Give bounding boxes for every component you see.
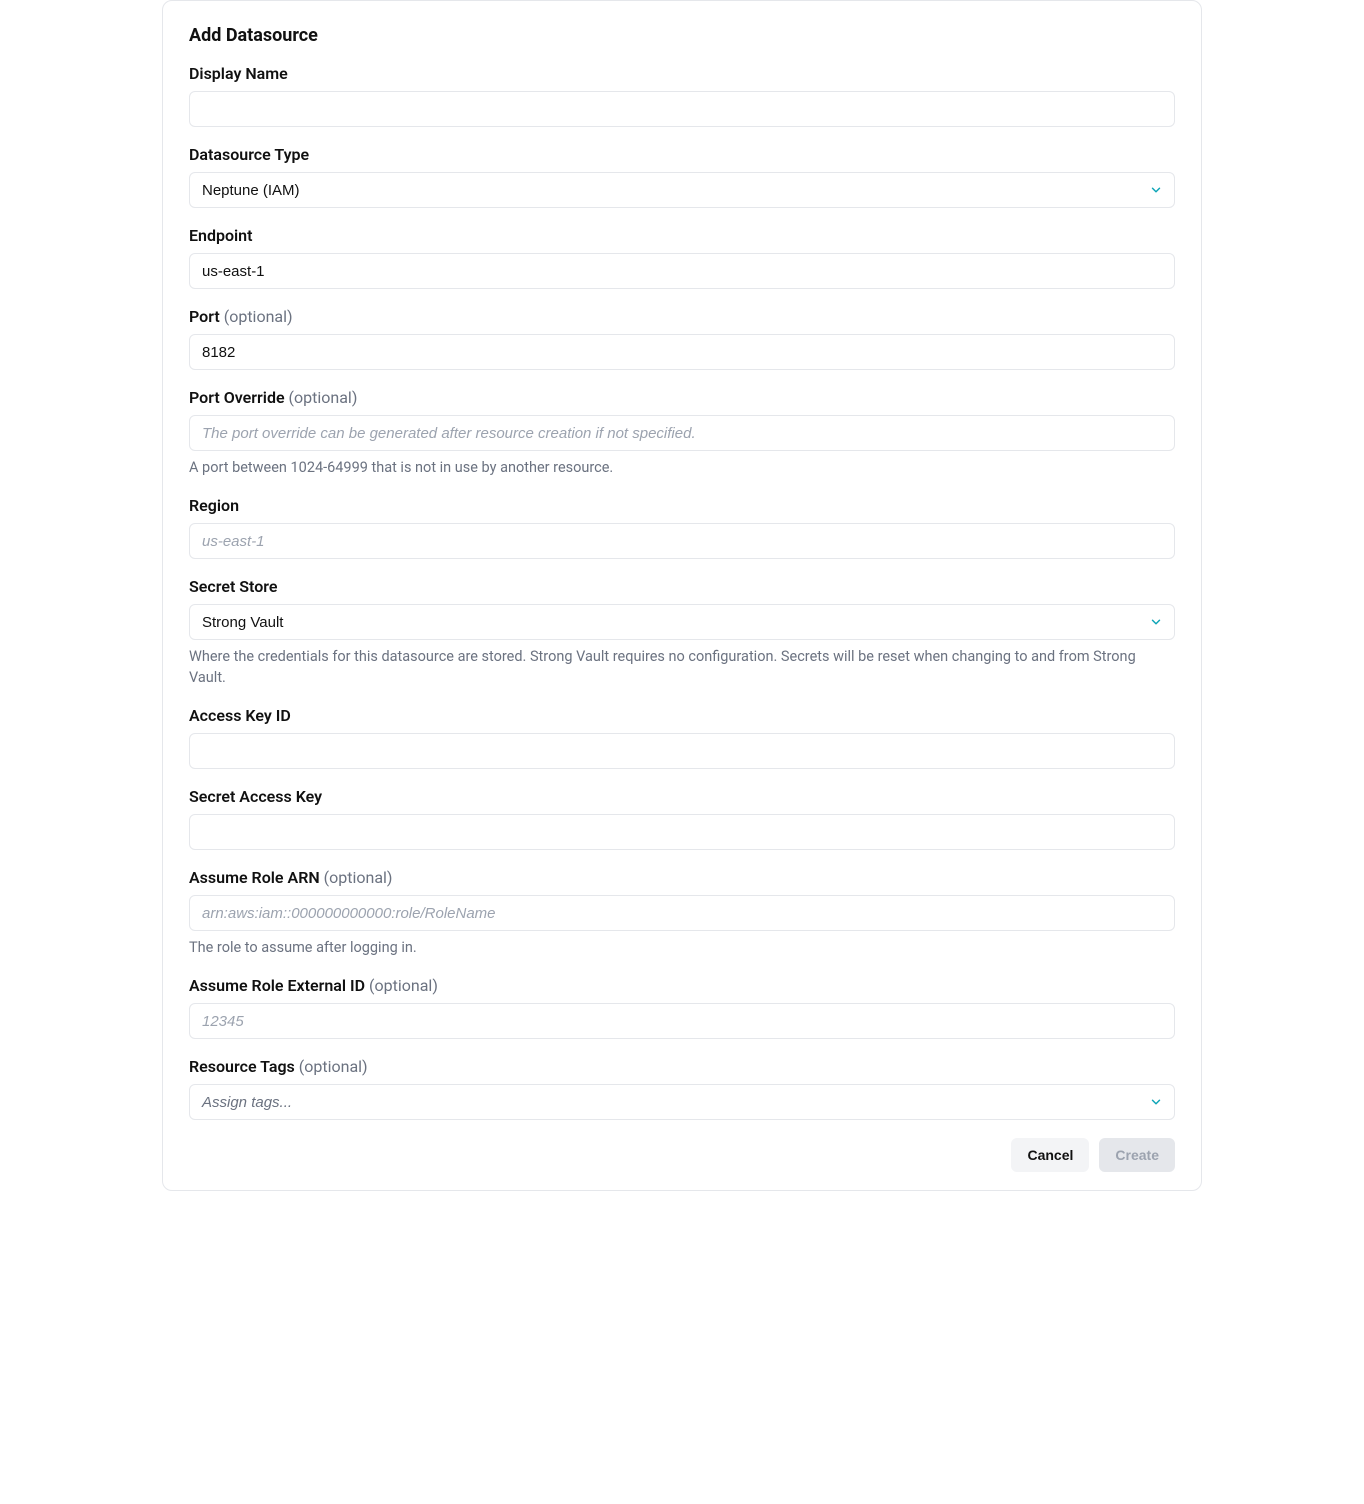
secret-store-label: Secret Store [189, 577, 1175, 596]
assume-role-arn-label-row: Assume Role ARN (optional) [189, 868, 1175, 887]
field-port-override: Port Override (optional) A port between … [189, 388, 1175, 478]
field-display-name: Display Name [189, 64, 1175, 127]
datasource-type-label: Datasource Type [189, 145, 1175, 164]
assume-role-arn-label: Assume Role ARN [189, 868, 320, 887]
port-override-label: Port Override [189, 388, 285, 407]
assume-role-external-id-input[interactable] [189, 1003, 1175, 1039]
add-datasource-panel: Add Datasource Display Name Datasource T… [162, 0, 1202, 1191]
assume-role-external-id-label: Assume Role External ID [189, 976, 365, 995]
port-input[interactable] [189, 334, 1175, 370]
port-override-optional: (optional) [289, 388, 358, 407]
assume-role-arn-help: The role to assume after logging in. [189, 937, 1175, 958]
region-input[interactable] [189, 523, 1175, 559]
panel-title: Add Datasource [189, 25, 1175, 46]
secret-store-select[interactable]: Strong Vault [189, 604, 1175, 640]
assume-role-arn-optional: (optional) [324, 868, 393, 887]
resource-tags-optional: (optional) [299, 1057, 368, 1076]
field-assume-role-arn: Assume Role ARN (optional) The role to a… [189, 868, 1175, 958]
field-assume-role-external-id: Assume Role External ID (optional) [189, 976, 1175, 1039]
create-button[interactable]: Create [1099, 1138, 1175, 1172]
display-name-input[interactable] [189, 91, 1175, 127]
secret-access-key-label: Secret Access Key [189, 787, 1175, 806]
datasource-type-select[interactable]: Neptune (IAM) [189, 172, 1175, 208]
assume-role-arn-input[interactable] [189, 895, 1175, 931]
field-resource-tags: Resource Tags (optional) Assign tags... [189, 1057, 1175, 1120]
action-bar: Cancel Create [189, 1138, 1175, 1172]
port-override-label-row: Port Override (optional) [189, 388, 1175, 407]
field-datasource-type: Datasource Type Neptune (IAM) [189, 145, 1175, 208]
resource-tags-label: Resource Tags [189, 1057, 295, 1076]
secret-store-value: Strong Vault [202, 614, 283, 631]
port-optional: (optional) [224, 307, 293, 326]
endpoint-label: Endpoint [189, 226, 1175, 245]
port-label-row: Port (optional) [189, 307, 1175, 326]
field-secret-store: Secret Store Strong Vault Where the cred… [189, 577, 1175, 688]
access-key-id-label: Access Key ID [189, 706, 1175, 725]
secret-access-key-input[interactable] [189, 814, 1175, 850]
display-name-label: Display Name [189, 64, 1175, 83]
port-override-help: A port between 1024-64999 that is not in… [189, 457, 1175, 478]
resource-tags-select[interactable]: Assign tags... [189, 1084, 1175, 1120]
field-secret-access-key: Secret Access Key [189, 787, 1175, 850]
secret-store-help: Where the credentials for this datasourc… [189, 646, 1175, 688]
resource-tags-label-row: Resource Tags (optional) [189, 1057, 1175, 1076]
field-endpoint: Endpoint [189, 226, 1175, 289]
resource-tags-placeholder: Assign tags... [202, 1094, 292, 1111]
field-access-key-id: Access Key ID [189, 706, 1175, 769]
port-label: Port [189, 307, 220, 326]
field-region: Region [189, 496, 1175, 559]
cancel-button[interactable]: Cancel [1011, 1138, 1089, 1172]
access-key-id-input[interactable] [189, 733, 1175, 769]
field-port: Port (optional) [189, 307, 1175, 370]
assume-role-external-id-label-row: Assume Role External ID (optional) [189, 976, 1175, 995]
port-override-input[interactable] [189, 415, 1175, 451]
endpoint-input[interactable] [189, 253, 1175, 289]
assume-role-external-id-optional: (optional) [369, 976, 438, 995]
region-label: Region [189, 496, 1175, 515]
datasource-type-value: Neptune (IAM) [202, 182, 300, 199]
